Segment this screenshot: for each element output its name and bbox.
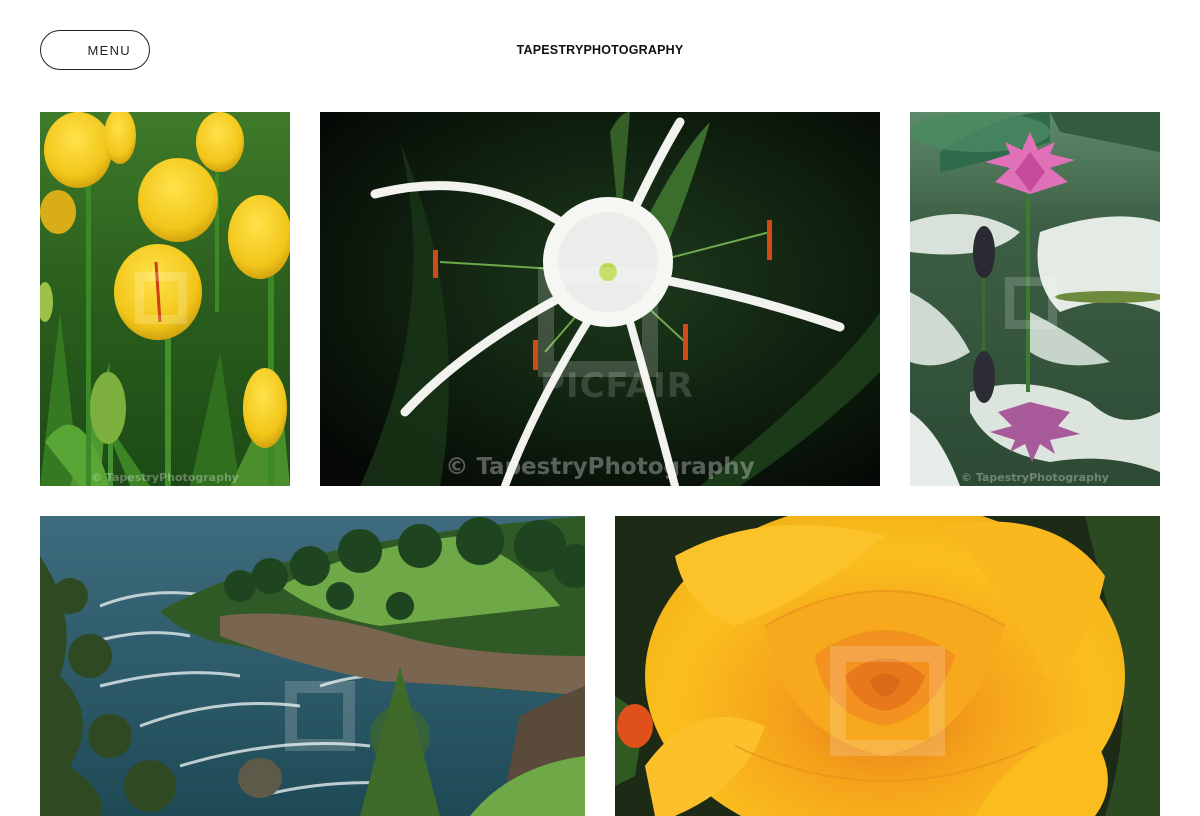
tulips-watermark: © TapestryPhotography — [91, 471, 239, 484]
photo-rose[interactable] — [615, 516, 1160, 816]
coastline-image — [40, 516, 585, 816]
picfair-watermark: PICFAIR — [540, 366, 694, 406]
site-title[interactable]: TAPESTRYPHOTOGRAPHY — [0, 43, 1200, 57]
spider-lily-watermark: © TapestryPhotography — [445, 454, 755, 480]
photo-tulips[interactable]: © TapestryPhotography — [40, 112, 290, 486]
photo-water-lily[interactable]: © TapestryPhotography — [910, 112, 1160, 486]
photo-spider-lily[interactable]: PICFAIR © TapestryPhotography — [320, 112, 880, 486]
site-header: MENU TAPESTRYPHOTOGRAPHY — [0, 0, 1200, 100]
water-lily-watermark: © TapestryPhotography — [961, 471, 1109, 484]
photo-coastline[interactable] — [40, 516, 585, 816]
